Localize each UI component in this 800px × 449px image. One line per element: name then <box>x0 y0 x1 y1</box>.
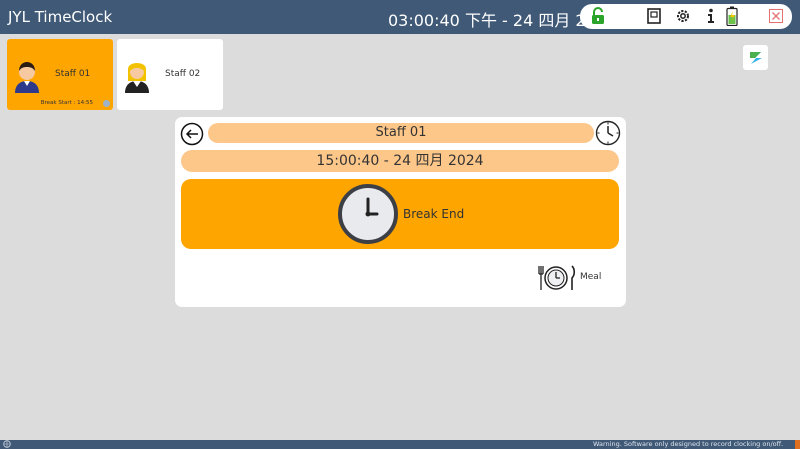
meal-button[interactable]: Meal <box>535 263 615 293</box>
door-icon[interactable] <box>644 6 664 26</box>
battery-icon <box>722 6 742 26</box>
female-avatar-icon <box>125 63 149 93</box>
globe-icon <box>3 440 11 448</box>
break-status: Break Start : 14:55 <box>40 100 93 106</box>
staff-name: Staff 02 <box>165 69 201 79</box>
male-avatar-icon <box>15 62 39 93</box>
gear-icon[interactable] <box>673 6 693 26</box>
panel-datetime: 15:00:40 - 24 四月 2024 <box>181 150 619 172</box>
footer-bar: Warning. Software only designed to recor… <box>0 440 800 449</box>
app-logo-button[interactable] <box>743 45 768 70</box>
break-end-label: Break End <box>403 207 465 221</box>
logo-icon <box>749 51 762 64</box>
back-arrow-icon[interactable] <box>180 122 204 146</box>
staff-card-staff-01[interactable]: Staff 01 Break Start : 14:55 <box>7 39 113 110</box>
meal-label: Meal <box>580 272 602 282</box>
break-end-button[interactable]: Break End <box>181 179 619 249</box>
staff-name: Staff 01 <box>55 69 91 79</box>
analog-clock-icon[interactable] <box>595 120 621 146</box>
footer-warning: Warning. Software only designed to recor… <box>593 440 784 448</box>
staff-name-bar: Staff 01 <box>208 123 594 143</box>
close-icon[interactable] <box>766 6 786 26</box>
app-title: JYL TimeClock <box>8 8 113 26</box>
footer-accent <box>795 440 800 449</box>
unlock-icon[interactable] <box>588 6 608 26</box>
clock-icon <box>338 184 398 244</box>
status-dot-icon <box>103 100 110 107</box>
info-icon[interactable] <box>701 6 721 26</box>
system-tray <box>580 4 792 29</box>
title-bar: JYL TimeClock 03:00:40 下午 - 24 四月 2024 <box>0 0 800 34</box>
staff-card-staff-02[interactable]: Staff 02 <box>117 39 223 110</box>
meal-icon <box>538 265 576 290</box>
clock-panel: Staff 01 15:00:40 - 24 四月 2024 Break End… <box>175 117 626 307</box>
